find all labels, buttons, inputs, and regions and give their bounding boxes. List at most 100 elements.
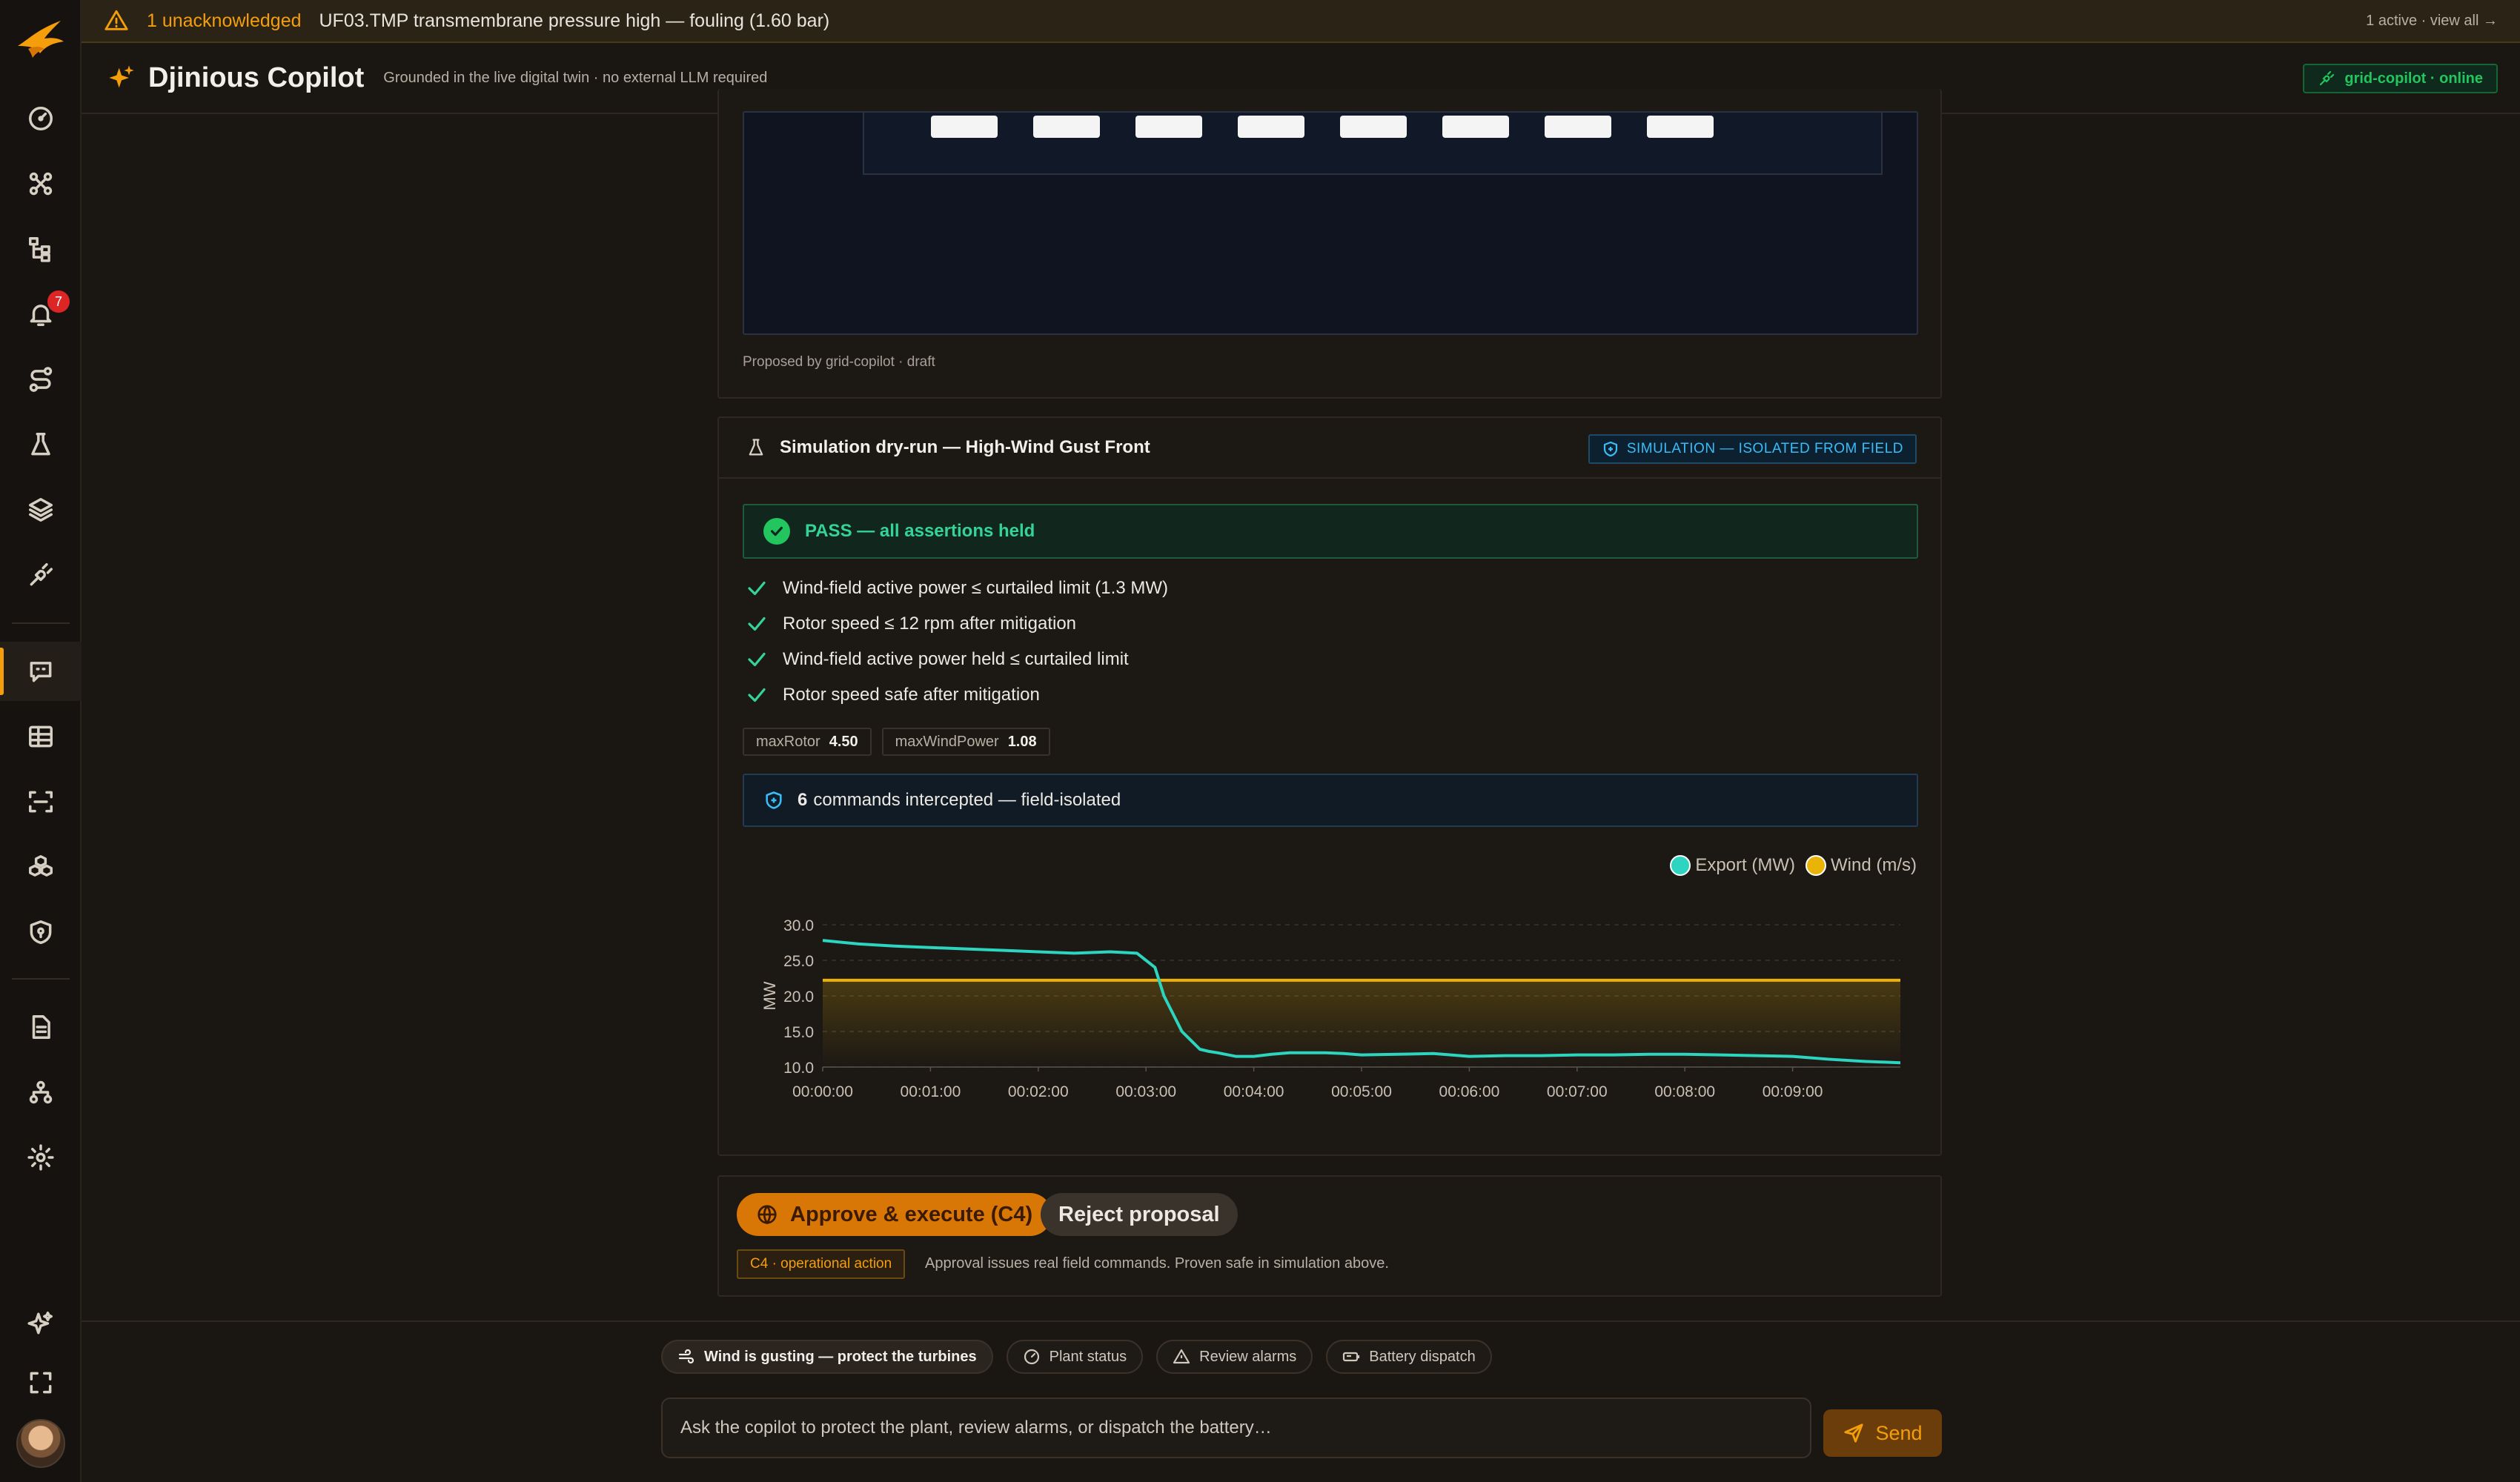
preview-chip bbox=[1545, 116, 1611, 138]
simulation-isolation-badge: SIMULATION — ISOLATED FROM FIELD bbox=[1588, 434, 1917, 464]
sidebar-item-layers[interactable] bbox=[0, 480, 82, 539]
legend-swatch bbox=[1806, 855, 1826, 876]
shield-icon bbox=[1603, 441, 1617, 457]
legend-item-wind[interactable]: Wind (m/s) bbox=[1806, 855, 1917, 876]
check-circle-icon bbox=[763, 518, 790, 545]
assertion-list: Wind-field active power ≤ curtailed limi… bbox=[746, 571, 1168, 713]
x-tick-label: 00:09:00 bbox=[1763, 1083, 1823, 1100]
metric-label: maxRotor bbox=[756, 733, 820, 750]
gauge-icon bbox=[29, 107, 53, 130]
sidebar-item-simulation[interactable] bbox=[0, 415, 82, 474]
view-all-alarms-link[interactable]: 1 active · view all → bbox=[2366, 13, 2498, 30]
sidebar-separator bbox=[12, 978, 70, 980]
send-button[interactable]: Send bbox=[1823, 1409, 1942, 1457]
scan-icon bbox=[29, 791, 53, 813]
battery-icon bbox=[1343, 1352, 1360, 1362]
plug-icon bbox=[30, 563, 53, 586]
gauge-icon bbox=[1024, 1349, 1039, 1365]
sidebar-item-routes[interactable] bbox=[0, 350, 82, 409]
sidebar-item-hierarchy[interactable] bbox=[0, 219, 82, 279]
copilot-status-badge: grid-copilot · online bbox=[2303, 64, 2498, 93]
y-axis-label: MW bbox=[760, 981, 779, 1010]
copilot-status-text: grid-copilot · online bbox=[2344, 70, 2483, 87]
composer-divider bbox=[82, 1320, 2520, 1322]
metric-value: 4.50 bbox=[829, 733, 858, 750]
assertion-item: Rotor speed safe after mitigation bbox=[746, 677, 1168, 713]
sidebar: 7 bbox=[0, 0, 82, 1482]
suggestion-protect-turbines[interactable]: Wind is gusting — protect the turbines bbox=[661, 1340, 993, 1374]
document-icon bbox=[32, 1015, 50, 1039]
flask-icon bbox=[31, 433, 50, 456]
send-icon bbox=[1844, 1423, 1864, 1443]
alarm-banner[interactable]: 1 unacknowledged UF03.TMP transmembrane … bbox=[82, 0, 2520, 43]
assertion-item: Rotor speed ≤ 12 rpm after mitigation bbox=[746, 606, 1168, 642]
preview-chip bbox=[1647, 116, 1714, 138]
x-tick-label: 00:04:00 bbox=[1224, 1083, 1284, 1100]
legend-item-export[interactable]: Export (MW) bbox=[1670, 855, 1795, 876]
sidebar-item-dashboard[interactable] bbox=[0, 89, 82, 148]
reject-proposal-button[interactable]: Reject proposal bbox=[1041, 1193, 1238, 1236]
suggestion-plant-status[interactable]: Plant status bbox=[1006, 1340, 1144, 1374]
preview-chip bbox=[1033, 116, 1100, 138]
shield-icon bbox=[766, 791, 782, 809]
suggestion-battery-dispatch[interactable]: Battery dispatch bbox=[1326, 1340, 1492, 1374]
proposal-card: Proposed by grid-copilot · draft bbox=[717, 89, 1942, 399]
sidebar-item-fullscreen[interactable] bbox=[0, 1353, 82, 1412]
preview-chip bbox=[1442, 116, 1509, 138]
preview-chip bbox=[1135, 116, 1202, 138]
sidebar-item-reports[interactable] bbox=[0, 997, 82, 1057]
metric-value: 1.08 bbox=[1007, 733, 1037, 750]
metric-label: maxWindPower bbox=[895, 733, 999, 750]
approval-note: Approval issues real field commands. Pro… bbox=[925, 1255, 1389, 1272]
sidebar-item-settings[interactable] bbox=[0, 1128, 82, 1187]
phoenix-logo-icon[interactable] bbox=[15, 16, 67, 61]
preview-panel bbox=[863, 113, 1883, 175]
user-avatar[interactable] bbox=[16, 1419, 65, 1468]
y-tick-label: 10.0 bbox=[783, 1060, 814, 1077]
sidebar-item-organization[interactable] bbox=[0, 1063, 82, 1122]
chart-legend: Export (MW) Wind (m/s) bbox=[1659, 855, 1917, 876]
page-subtitle: Grounded in the live digital twin · no e… bbox=[383, 69, 768, 86]
sidebar-item-grid[interactable] bbox=[0, 707, 82, 766]
sidebar-item-integrations[interactable] bbox=[0, 545, 82, 605]
copilot-prompt-input[interactable]: Ask the copilot to protect the plant, re… bbox=[661, 1398, 1811, 1458]
y-tick-label: 15.0 bbox=[783, 1024, 814, 1041]
sparkles-icon bbox=[27, 1312, 53, 1335]
suggestion-label: Wind is gusting — protect the turbines bbox=[704, 1348, 977, 1365]
sidebar-item-ai[interactable] bbox=[0, 1294, 82, 1353]
preview-chip bbox=[1340, 116, 1407, 138]
suggestion-chips: Wind is gusting — protect the turbines P… bbox=[661, 1340, 1505, 1374]
simulation-header: Simulation dry-run — High-Wind Gust Fron… bbox=[719, 418, 1940, 479]
alarm-message: UF03.TMP transmembrane pressure high — f… bbox=[319, 10, 830, 31]
sidebar-item-scan[interactable] bbox=[0, 772, 82, 831]
preview-chip bbox=[931, 116, 998, 138]
assertion-item: Wind-field active power ≤ curtailed limi… bbox=[746, 571, 1168, 606]
suggestion-label: Battery dispatch bbox=[1369, 1348, 1476, 1365]
route-icon bbox=[29, 367, 53, 392]
flask-icon bbox=[749, 439, 763, 456]
chat-icon bbox=[30, 662, 52, 682]
metric-max-rotor: maxRotor 4.50 bbox=[743, 728, 872, 756]
warning-icon bbox=[105, 10, 128, 30]
sidebar-item-security[interactable] bbox=[0, 903, 82, 962]
x-tick-label: 00:00:00 bbox=[792, 1083, 853, 1100]
x-tick-label: 00:01:00 bbox=[901, 1083, 961, 1100]
assertion-text: Wind-field active power ≤ curtailed limi… bbox=[783, 578, 1168, 598]
y-tick-label: 30.0 bbox=[783, 917, 814, 934]
page-title: Djinious Copilot bbox=[148, 62, 365, 93]
suggestion-label: Review alarms bbox=[1199, 1348, 1297, 1365]
sidebar-item-topology[interactable] bbox=[0, 154, 82, 213]
layers-icon bbox=[29, 498, 53, 522]
sidebar-item-copilot[interactable] bbox=[0, 642, 82, 701]
legend-swatch bbox=[1670, 855, 1691, 876]
sidebar-item-alarms[interactable] bbox=[0, 285, 82, 344]
prompt-placeholder: Ask the copilot to protect the plant, re… bbox=[680, 1418, 1272, 1438]
simulation-isolation-text: SIMULATION — ISOLATED FROM FIELD bbox=[1626, 441, 1903, 456]
sparkles-icon bbox=[109, 65, 134, 88]
suggestion-review-alarms[interactable]: Review alarms bbox=[1156, 1340, 1313, 1374]
assertion-text: Wind-field active power held ≤ curtailed… bbox=[783, 649, 1129, 669]
wind-icon bbox=[678, 1349, 694, 1364]
approve-execute-button[interactable]: Approve & execute (C4) bbox=[737, 1193, 1052, 1236]
sidebar-item-assets[interactable] bbox=[0, 837, 82, 897]
x-tick-label: 00:07:00 bbox=[1547, 1083, 1608, 1100]
